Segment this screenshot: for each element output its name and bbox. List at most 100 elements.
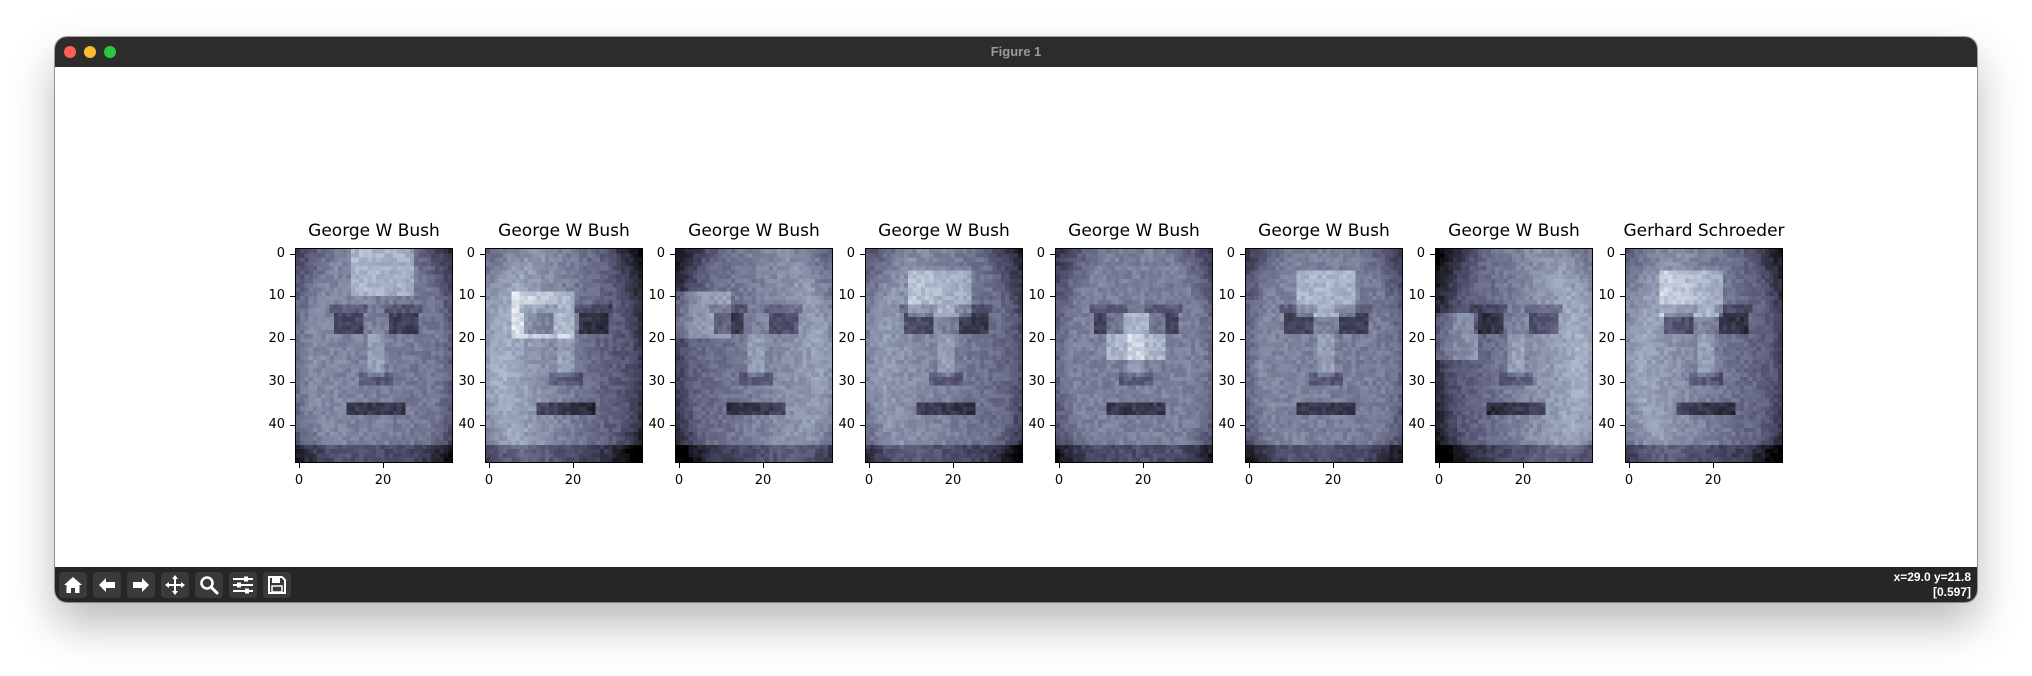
y-tick-mark: [480, 296, 485, 297]
y-tick-mark: [1240, 382, 1245, 383]
x-tick-mark: [1143, 463, 1144, 468]
home-button[interactable]: [59, 572, 87, 598]
navigation-toolbar: x=29.0 y=21.8 [0.597]: [55, 567, 1977, 602]
x-tick-mark: [953, 463, 954, 468]
x-tick-label: 0: [1434, 473, 1444, 488]
face-pixel-grid: [486, 249, 642, 462]
y-tick-label: 20: [1408, 331, 1425, 346]
save-button[interactable]: [263, 572, 291, 598]
subplot-title: Gerhard Schroeder: [1623, 221, 1785, 241]
cursor-pixel-value-readout: [0.597]: [1932, 585, 1971, 599]
forward-button[interactable]: [127, 572, 155, 598]
face-image: [295, 248, 453, 463]
y-tick-label: 40: [648, 417, 665, 432]
y-tick-mark: [480, 425, 485, 426]
zoom-button[interactable]: [195, 572, 223, 598]
y-tick-label: 20: [268, 331, 285, 346]
y-tick-label: 30: [648, 374, 665, 389]
y-tick-mark: [1430, 339, 1435, 340]
title-bar: Figure 1: [55, 37, 1977, 68]
x-tick-label: 20: [944, 473, 962, 488]
y-tick-mark: [1240, 339, 1245, 340]
y-tick-label: 30: [838, 374, 855, 389]
save-floppy-icon: [268, 576, 286, 594]
subplot-title: George W Bush: [878, 221, 1010, 241]
x-tick-label: 20: [1514, 473, 1532, 488]
y-tick-mark: [1620, 254, 1625, 255]
face-pixel-grid: [866, 249, 1022, 462]
y-tick-label: 0: [656, 246, 665, 261]
y-tick-mark: [1620, 382, 1625, 383]
y-tick-mark: [290, 296, 295, 297]
pan-button[interactable]: [161, 572, 189, 598]
x-tick-mark: [869, 463, 870, 468]
y-tick-mark: [860, 382, 865, 383]
face-image: [485, 248, 643, 463]
y-tick-label: 10: [648, 288, 665, 303]
x-tick-mark: [1249, 463, 1250, 468]
y-tick-mark: [1240, 425, 1245, 426]
configure-subplots-button[interactable]: [229, 572, 257, 598]
y-tick-label: 30: [268, 374, 285, 389]
y-tick-label: 30: [1408, 374, 1425, 389]
y-tick-mark: [1620, 425, 1625, 426]
y-tick-label: 20: [458, 331, 475, 346]
x-tick-mark: [1439, 463, 1440, 468]
face-pixel-grid: [1436, 249, 1592, 462]
y-tick-label: 30: [1028, 374, 1045, 389]
y-tick-mark: [1050, 425, 1055, 426]
y-tick-mark: [670, 425, 675, 426]
zoom-magnifier-icon: [200, 576, 219, 595]
face-pixel-grid: [676, 249, 832, 462]
y-tick-mark: [1430, 425, 1435, 426]
y-tick-label: 20: [1028, 331, 1045, 346]
y-tick-label: 10: [458, 288, 475, 303]
y-tick-label: 10: [838, 288, 855, 303]
x-tick-label: 20: [1134, 473, 1152, 488]
x-tick-label: 20: [564, 473, 582, 488]
x-tick-mark: [1523, 463, 1524, 468]
subplot-title: George W Bush: [1068, 221, 1200, 241]
back-button[interactable]: [93, 572, 121, 598]
face-pixel-grid: [296, 249, 452, 462]
y-tick-label: 20: [1598, 331, 1615, 346]
y-tick-label: 10: [1218, 288, 1235, 303]
y-tick-mark: [860, 296, 865, 297]
y-tick-label: 10: [1598, 288, 1615, 303]
y-tick-mark: [1620, 296, 1625, 297]
y-tick-mark: [1430, 296, 1435, 297]
face-image: [1625, 248, 1783, 463]
y-tick-label: 10: [1028, 288, 1045, 303]
y-tick-label: 0: [466, 246, 475, 261]
x-tick-label: 0: [864, 473, 874, 488]
x-tick-label: 0: [1054, 473, 1064, 488]
figure-canvas[interactable]: George W Bush 0 10 20 30 40 0 20 George W Bush 0 1…: [55, 67, 1977, 567]
x-tick-mark: [299, 463, 300, 468]
x-tick-mark: [1713, 463, 1714, 468]
y-tick-mark: [1050, 296, 1055, 297]
x-tick-mark: [679, 463, 680, 468]
y-tick-label: 40: [1028, 417, 1045, 432]
x-tick-mark: [763, 463, 764, 468]
y-tick-mark: [1050, 382, 1055, 383]
y-tick-label: 0: [1036, 246, 1045, 261]
y-tick-mark: [670, 382, 675, 383]
x-tick-label: 0: [674, 473, 684, 488]
y-tick-label: 0: [1606, 246, 1615, 261]
x-tick-mark: [1059, 463, 1060, 468]
face-pixel-grid: [1626, 249, 1782, 462]
y-tick-label: 40: [838, 417, 855, 432]
x-tick-mark: [383, 463, 384, 468]
face-image: [1055, 248, 1213, 463]
y-tick-label: 0: [846, 246, 855, 261]
x-tick-label: 20: [374, 473, 392, 488]
y-tick-mark: [860, 254, 865, 255]
subplot-title: George W Bush: [498, 221, 630, 241]
face-image: [1435, 248, 1593, 463]
y-tick-mark: [670, 254, 675, 255]
y-tick-mark: [290, 339, 295, 340]
y-tick-label: 20: [1218, 331, 1235, 346]
y-tick-label: 20: [648, 331, 665, 346]
pan-move-icon: [165, 575, 185, 595]
x-tick-mark: [489, 463, 490, 468]
